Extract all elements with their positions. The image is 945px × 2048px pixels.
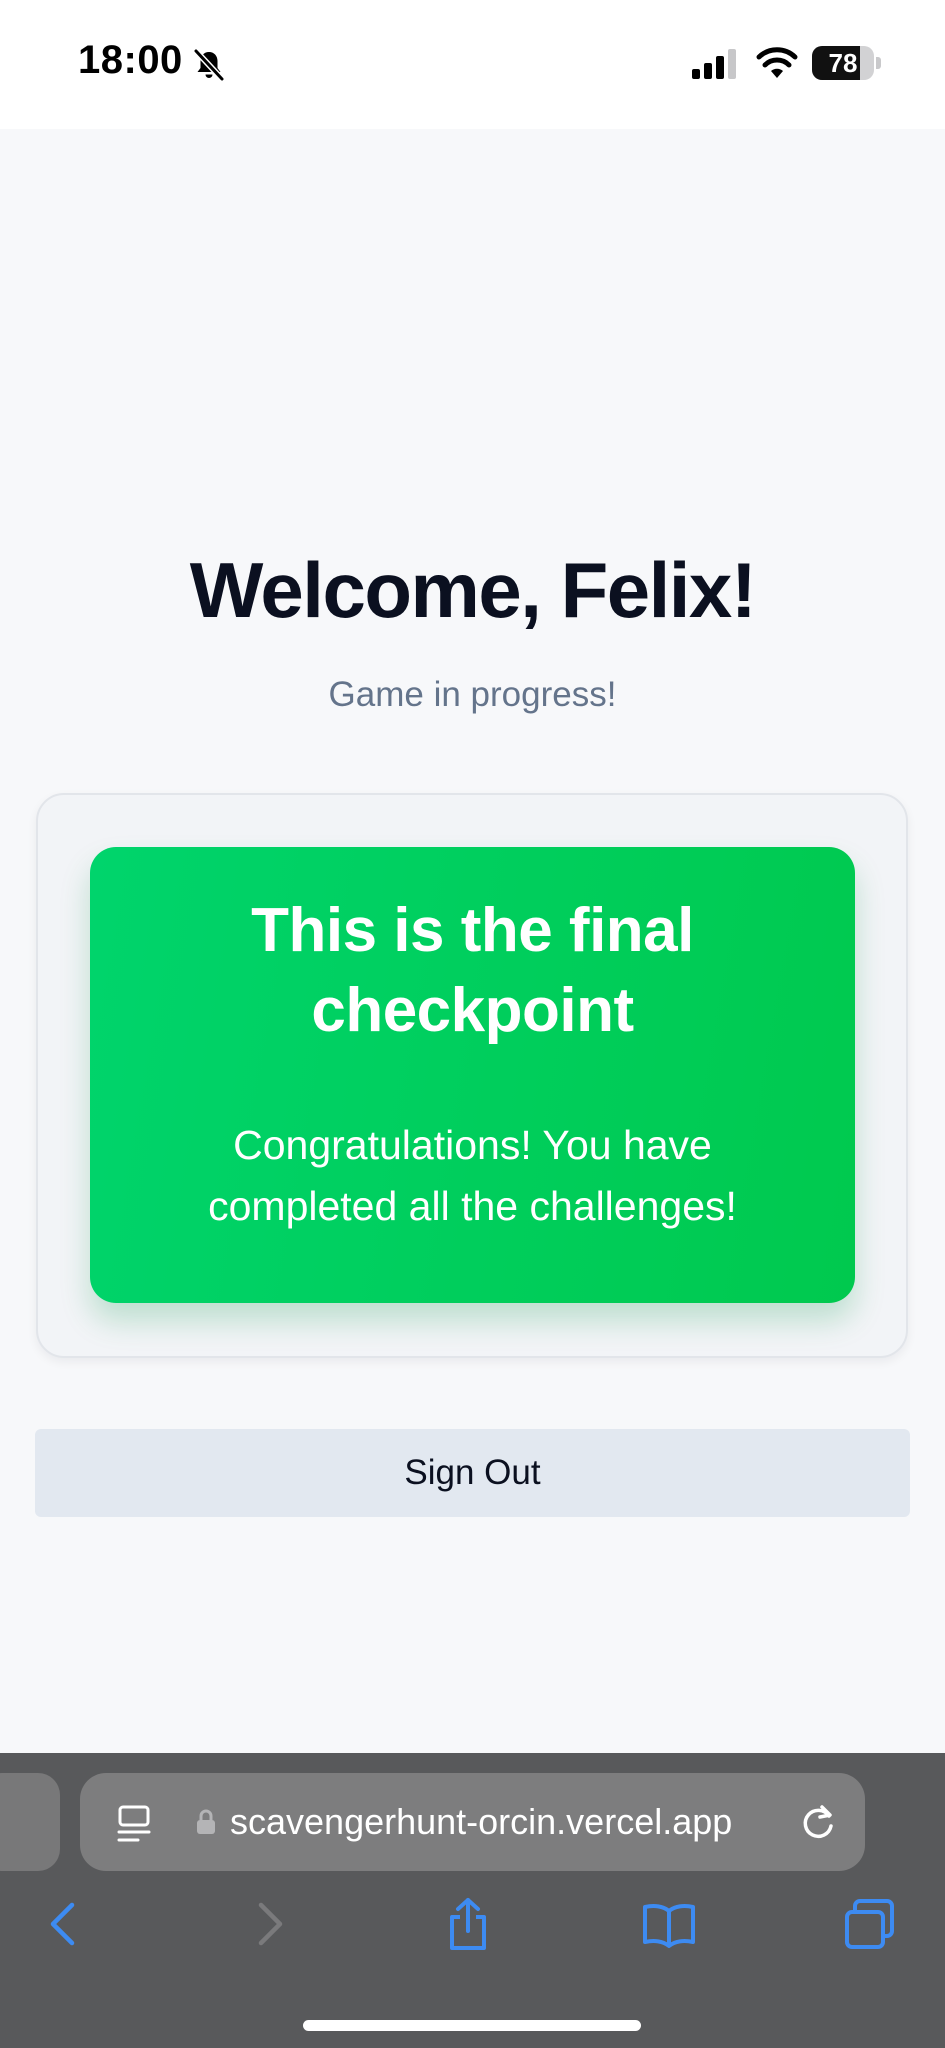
checkpoint-title: This is the final checkpoint [251, 896, 694, 1045]
status-bar: 18:00 78 [0, 0, 945, 129]
reload-icon[interactable] [798, 1802, 838, 1842]
share-icon[interactable] [441, 1897, 495, 1951]
forward-icon[interactable] [242, 1897, 296, 1951]
wifi-icon [756, 47, 798, 78]
status-time: 18:00 [78, 38, 183, 82]
back-icon[interactable] [37, 1897, 91, 1951]
battery-cap [876, 57, 881, 69]
sign-out-button[interactable]: Sign Out [35, 1429, 910, 1517]
address-bar[interactable]: scavengerhunt-orcin.vercel.app [80, 1773, 865, 1871]
battery-icon: 78 [812, 46, 882, 80]
battery-body: 78 [812, 46, 874, 80]
lock-icon [197, 1809, 215, 1834]
page-menu-icon[interactable] [116, 1804, 152, 1844]
home-indicator [303, 2020, 641, 2031]
bookmarks-icon[interactable] [642, 1897, 696, 1951]
tabs-icon[interactable] [843, 1897, 897, 1951]
url-text: scavengerhunt-orcin.vercel.app [230, 1801, 733, 1842]
previous-tab-preview[interactable] [0, 1773, 60, 1871]
checkpoint-message: Congratulations! You have completed all … [208, 1122, 737, 1229]
cellular-signal-icon [692, 49, 736, 79]
game-status-text: Game in progress! [328, 675, 617, 714]
bell-slash-icon [193, 48, 225, 82]
final-checkpoint-card: This is the final checkpoint Congratulat… [90, 847, 855, 1303]
battery-percentage: 78 [828, 48, 858, 78]
page-title: Welcome, Felix! [189, 546, 757, 634]
